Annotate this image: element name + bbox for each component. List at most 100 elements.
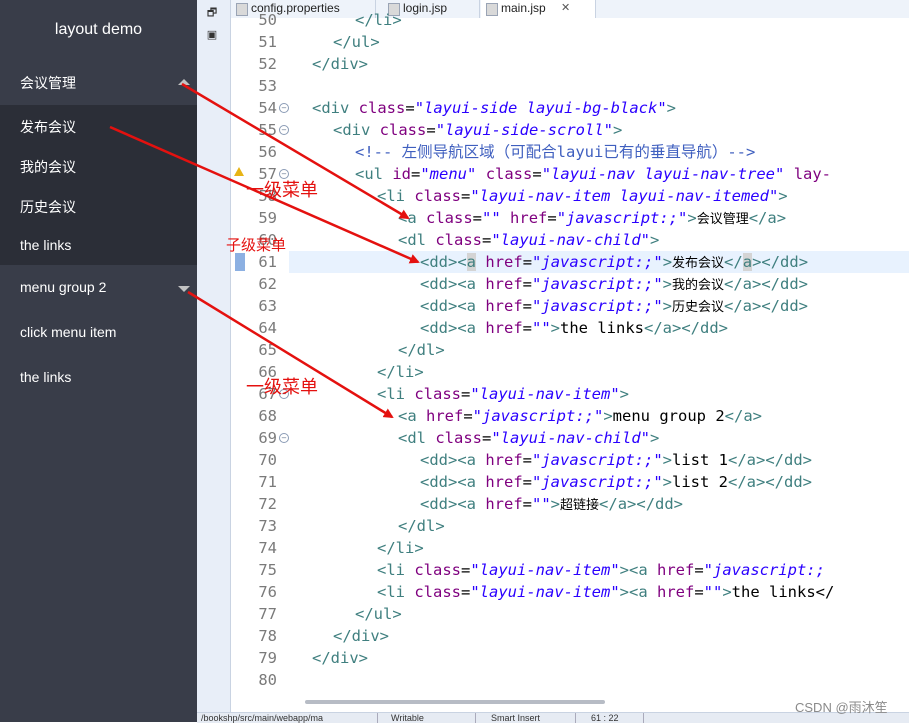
nav-child-my-meetings[interactable]: 我的会议	[0, 157, 197, 177]
nav-group-menu-group-2[interactable]: menu group 2	[0, 279, 197, 299]
code-line-67: <li class="layui-nav-item">	[377, 385, 629, 403]
line-number: 71	[258, 473, 277, 491]
nav-child-list: 发布会议 我的会议 历史会议 the links	[0, 105, 197, 265]
close-icon[interactable]: ✕	[561, 0, 570, 16]
code-token: "layui-side-scroll"	[435, 121, 613, 139]
code-token: </ul>	[355, 605, 402, 623]
nav-item-click-menu-item[interactable]: click menu item	[0, 324, 197, 344]
code-token: "layui-nav-item"	[470, 561, 620, 579]
watermark-text: CSDN @雨沐笙	[795, 700, 888, 715]
code-line-54: <div class="layui-side layui-bg-black">	[312, 99, 676, 117]
code-token: "javascript:;"	[532, 275, 663, 293]
code-token: "javascript:;"	[472, 407, 604, 425]
annotation-first-level-menu: 一级菜单	[246, 180, 318, 201]
code-text: the links	[560, 319, 645, 337]
code-line-65: </dl>	[398, 341, 445, 359]
code-token: ""	[703, 583, 723, 601]
code-line-64: <dd><a href="">the links</a></dd>	[420, 319, 729, 337]
code-token: </div>	[312, 649, 368, 667]
line-number: 54	[258, 99, 277, 117]
code-text: the links</	[731, 583, 835, 601]
line-number: 70	[258, 451, 277, 469]
line-number: 69	[258, 429, 277, 447]
tab-main-jsp[interactable]: main.jsp ✕	[481, 0, 596, 18]
code-line-61: <dd><a href="javascript:;">发布会议</a></dd>	[420, 253, 809, 271]
nav-child-history-meetings[interactable]: 历史会议	[0, 197, 197, 217]
line-number: 72	[258, 495, 277, 513]
code-token: lay-	[793, 165, 832, 183]
line-number: 68	[258, 407, 277, 425]
line-number: 53	[258, 77, 277, 95]
caret-down-icon	[178, 286, 190, 292]
code-token: <div	[312, 99, 359, 117]
code-token: ""	[482, 209, 501, 227]
horizontal-scrollbar[interactable]	[305, 700, 605, 704]
line-number: 73	[258, 517, 277, 535]
code-token: class	[358, 99, 406, 117]
code-token: "javascript:;	[703, 561, 825, 579]
fold-toggle-icon[interactable]: −	[279, 125, 289, 135]
code-text: list 1	[672, 451, 728, 469]
code-token: <div	[333, 121, 380, 139]
code-token: class	[379, 121, 427, 139]
line-number: 56	[258, 143, 277, 161]
editor-tab-bar: config.properties login.jsp main.jsp ✕	[231, 0, 909, 19]
code-token: "layui-nav-item"	[470, 385, 620, 403]
code-token: "layui-nav-child"	[491, 429, 650, 447]
line-number: 74	[258, 539, 277, 557]
code-line-60: <dl class="layui-nav-child">	[398, 231, 660, 249]
line-number: 55	[258, 121, 277, 139]
nav-item-the-links[interactable]: the links	[0, 369, 197, 389]
fold-toggle-icon[interactable]: −	[279, 433, 289, 443]
ide-side-strip: 🗗 ▣	[197, 0, 231, 722]
code-token: "layui-nav-item layui-nav-itemed"	[470, 187, 779, 205]
line-number: 50	[258, 11, 277, 29]
nav-child-label: 历史会议	[20, 199, 76, 215]
code-text: 我的会议	[672, 278, 725, 293]
code-line-62: <dd><a href="javascript:;">我的会议</a></dd>	[420, 275, 809, 293]
code-line-55: <div class="layui-side-scroll">	[333, 121, 623, 139]
code-line-78: </div>	[333, 625, 389, 647]
caret-up-icon	[178, 79, 190, 85]
tab-label: login.jsp	[403, 1, 448, 15]
code-token: id	[392, 165, 411, 183]
code-token: "layui-nav-child"	[491, 231, 650, 249]
nav-group-label: menu group 2	[20, 279, 107, 295]
code-text: 发布会议	[672, 256, 725, 271]
nav-child-label: 我的会议	[20, 159, 76, 175]
fold-toggle-icon[interactable]: −	[279, 103, 289, 113]
code-token: </li>	[355, 11, 402, 29]
code-token: class	[485, 165, 533, 183]
code-line-50: </li>	[355, 9, 402, 31]
annotation-first-level-menu: 一级菜单	[246, 377, 318, 398]
code-token: ""	[532, 495, 551, 513]
code-line-59: <a class="" href="javascript:;">会议管理</a>	[398, 209, 787, 227]
code-token: "layui-nav-item"	[470, 583, 620, 601]
code-line-58: <li class="layui-nav-item layui-nav-item…	[377, 187, 788, 205]
nav-group-meeting-management[interactable]: 会议管理	[0, 73, 197, 93]
code-line-72: <dd><a href="">超链接</a></dd>	[420, 495, 684, 513]
restore-icon[interactable]: 🗗	[205, 7, 219, 19]
nav-child-publish-meeting[interactable]: 发布会议	[0, 117, 197, 137]
code-token: </div>	[312, 55, 368, 73]
line-number: 51	[258, 33, 277, 51]
package-explorer-icon[interactable]: ▣	[205, 29, 219, 41]
line-number: 80	[258, 671, 277, 689]
code-line-79: </div>	[312, 647, 368, 669]
line-number: 77	[258, 605, 277, 623]
code-token: "javascript:;"	[532, 253, 663, 271]
code-line-51: </ul>	[333, 31, 380, 53]
line-number: 78	[258, 627, 277, 645]
code-token: "layui-side layui-bg-black"	[414, 99, 667, 117]
nav-group-label: 会议管理	[20, 75, 76, 91]
brand-title: layout demo	[54, 21, 143, 38]
line-number: 52	[258, 55, 277, 73]
code-line-73: </dl>	[398, 517, 445, 535]
code-line-56: <!-- 左侧导航区域（可配合layui已有的垂直导航）-->	[355, 141, 755, 163]
code-line-63: <dd><a href="javascript:;">历史会议</a></dd>	[420, 297, 809, 315]
nav-child-the-links[interactable]: the links	[0, 237, 197, 257]
code-text: 会议管理	[696, 212, 749, 227]
line-number: 79	[258, 649, 277, 667]
nav-item-label: the links	[20, 369, 72, 385]
nav-child-label: the links	[20, 237, 72, 253]
